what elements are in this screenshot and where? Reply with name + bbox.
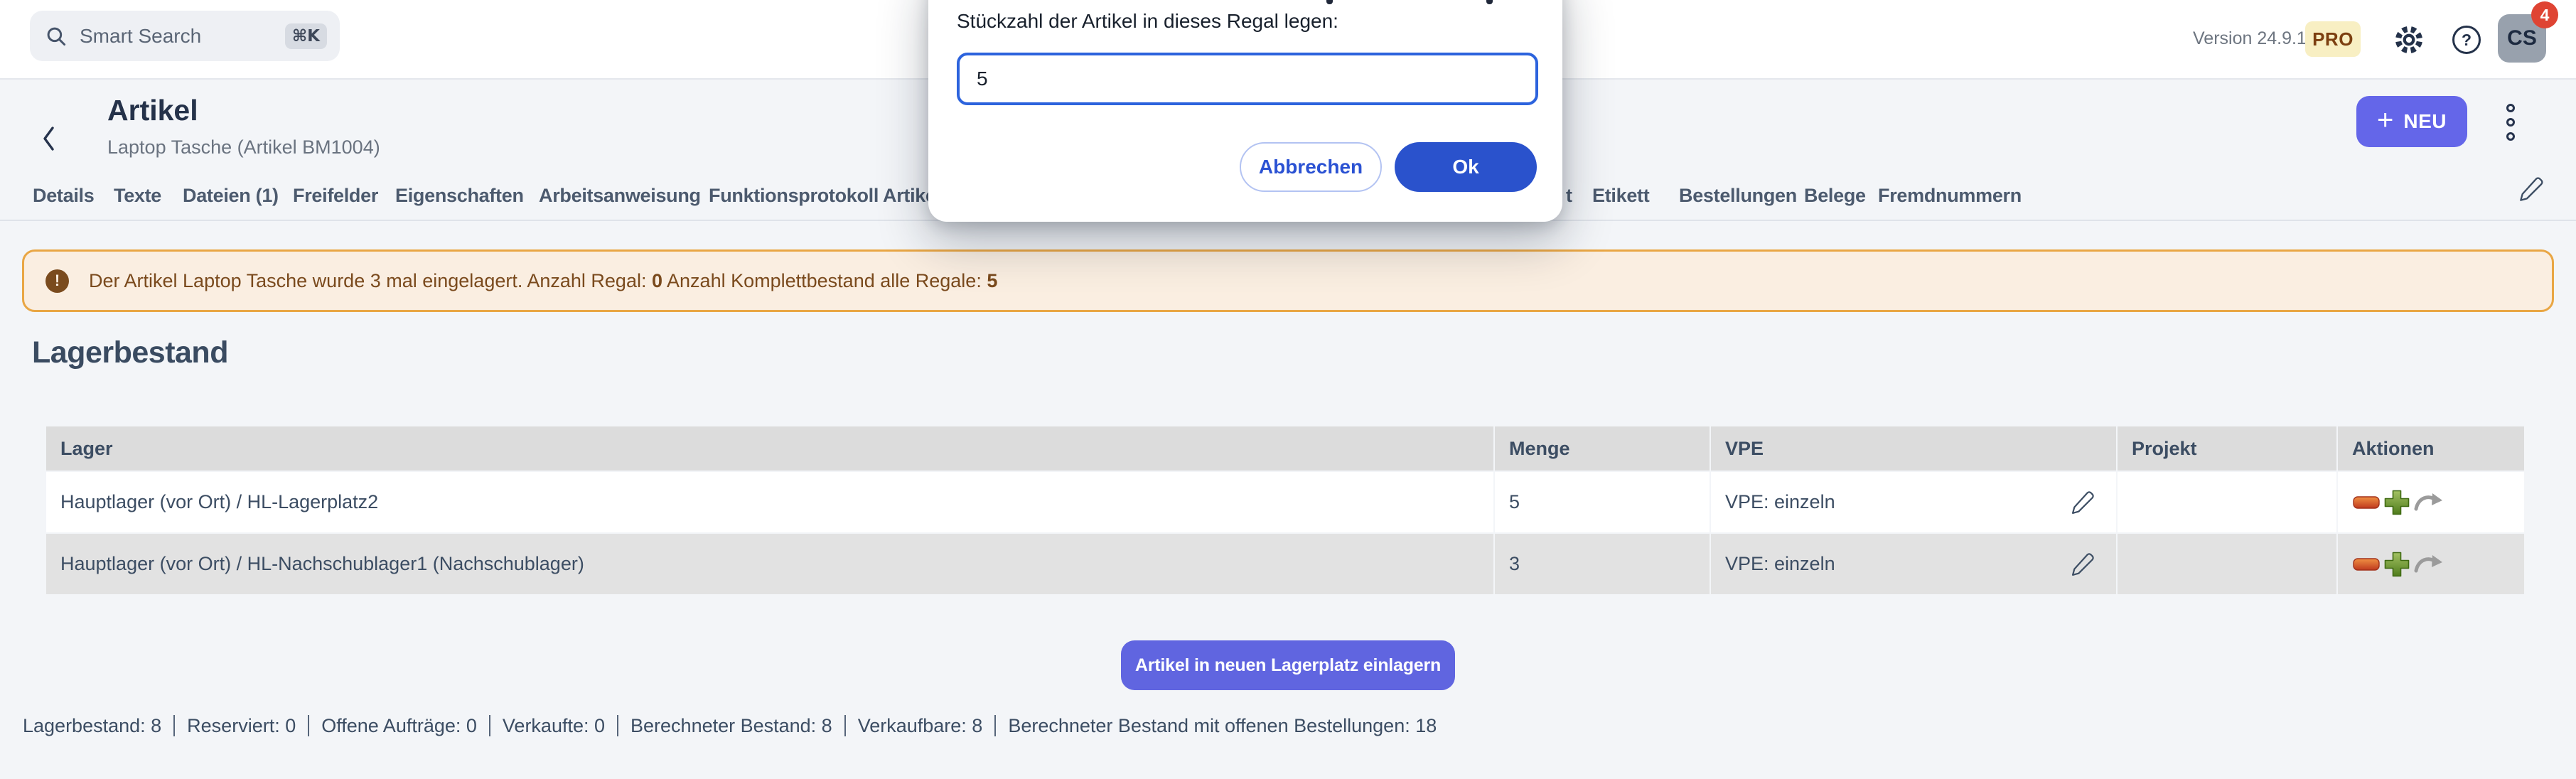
back-button[interactable] <box>40 124 61 154</box>
plus-icon <box>2383 550 2411 579</box>
divider <box>173 715 175 736</box>
settings-gear-icon[interactable] <box>2393 23 2425 56</box>
redo-arrow-icon <box>2413 552 2444 576</box>
divider <box>308 715 309 736</box>
alert-message: Der Artikel Laptop Tasche wurde 3 mal ei… <box>89 270 997 292</box>
smart-search-input[interactable]: Smart Search ⌘K <box>30 11 340 61</box>
alert-count-all: 5 <box>987 270 997 291</box>
summary-reserviert: Reserviert: 0 <box>187 715 296 737</box>
summary-berechneter-bestand: Berechneter Bestand: 8 <box>630 715 832 737</box>
tab-belege[interactable]: Belege <box>1804 185 1866 207</box>
move-stock-button[interactable] <box>2413 552 2444 576</box>
tab-eigenschaften[interactable]: Eigenschaften <box>395 185 524 207</box>
cutoff-title-descender <box>1326 0 1333 4</box>
new-article-button[interactable]: + NEU <box>2356 96 2467 147</box>
summary-lagerbestand: Lagerbestand: 8 <box>23 715 161 737</box>
search-placeholder: Smart Search <box>80 25 201 48</box>
tab-bestellungen[interactable]: Bestellungen <box>1679 185 1797 207</box>
remove-stock-button[interactable] <box>2352 488 2381 517</box>
divider <box>844 715 846 736</box>
store-in-new-location-button[interactable]: Artikel in neuen Lagerplatz einlagern <box>1121 640 1455 690</box>
version-label: Version 24.9.1 <box>2193 28 2307 49</box>
stueckzahl-dialog: Stückzahl der Artikel in dieses Regal le… <box>928 0 1562 222</box>
col-menge: Menge <box>1495 426 1710 471</box>
ok-button[interactable]: Ok <box>1395 142 1537 192</box>
chevron-left-icon <box>40 124 58 153</box>
tab-fremdnummern[interactable]: Fremdnummern <box>1878 185 2022 207</box>
divider <box>994 715 996 736</box>
kebab-dot <box>2506 118 2515 127</box>
summary-verkaufbare: Verkaufbare: 8 <box>858 715 983 737</box>
edit-pencil-icon[interactable] <box>2517 175 2545 203</box>
tab-fragment[interactable]: t <box>1566 185 1572 207</box>
move-stock-button[interactable] <box>2413 490 2444 515</box>
cell-vpe: VPE: einzeln <box>1711 472 2116 532</box>
tab-details[interactable]: Details <box>33 185 94 207</box>
cell-vpe: VPE: einzeln <box>1711 534 2116 594</box>
kebab-dot <box>2506 132 2515 141</box>
stock-summary-footer: Lagerbestand: 8 Reserviert: 0 Offene Auf… <box>23 711 1437 741</box>
warning-icon: ! <box>45 269 69 293</box>
tab-texte[interactable]: Texte <box>114 185 161 207</box>
stock-table: Lager Menge VPE Projekt Aktionen Hauptla… <box>45 425 2526 596</box>
app-window: Smart Search ⌘K Version 24.9.1 PRO ? CS … <box>0 0 2576 779</box>
col-aktionen: Aktionen <box>2338 426 2524 471</box>
search-icon <box>44 24 68 48</box>
add-stock-button[interactable] <box>2383 550 2411 579</box>
tab-etikett[interactable]: Etikett <box>1592 185 1649 207</box>
divider <box>489 715 490 736</box>
cell-aktionen <box>2338 534 2524 594</box>
col-vpe: VPE <box>1711 426 2116 471</box>
tab-arbeitsanweisung[interactable]: Arbeitsanweisung <box>539 185 701 207</box>
col-lager: Lager <box>46 426 1493 471</box>
warning-alert: ! Der Artikel Laptop Tasche wurde 3 mal … <box>22 249 2554 312</box>
summary-offene-auftraege: Offene Aufträge: 0 <box>321 715 477 737</box>
minus-icon <box>2352 488 2381 517</box>
pro-badge: PRO <box>2305 21 2361 57</box>
summary-verkaufte: Verkaufte: 0 <box>503 715 605 737</box>
tab-freifelder[interactable]: Freifelder <box>293 185 378 207</box>
tab-dateien[interactable]: Dateien (1) <box>183 185 279 207</box>
redo-arrow-icon <box>2413 490 2444 515</box>
divider <box>617 715 618 736</box>
minus-icon <box>2352 550 2381 579</box>
summary-bestand-offene-bestellungen: Berechneter Bestand mit offenen Bestellu… <box>1008 715 1437 737</box>
cancel-button[interactable]: Abbrechen <box>1240 142 1382 192</box>
tab-funktionsprotokoll[interactable]: Funktionsprotokoll <box>709 185 879 207</box>
page-subtitle: Laptop Tasche (Artikel BM1004) <box>107 136 380 159</box>
notification-badge: 4 <box>2531 1 2558 28</box>
edit-vpe-button[interactable] <box>2069 551 2096 578</box>
cell-projekt <box>2118 472 2336 532</box>
section-title: Lagerbestand <box>32 335 228 370</box>
cell-lager: Hauptlager (vor Ort) / HL-Nachschublager… <box>46 534 1493 594</box>
table-row: Hauptlager (vor Ort) / HL-Lagerplatz2 5 … <box>46 472 2524 532</box>
col-projekt: Projekt <box>2118 426 2336 471</box>
table-header-row: Lager Menge VPE Projekt Aktionen <box>46 426 2524 471</box>
stueckzahl-input[interactable] <box>957 53 1538 105</box>
help-icon[interactable]: ? <box>2452 26 2481 54</box>
cell-menge: 5 <box>1495 472 1710 532</box>
plus-icon <box>2383 488 2411 517</box>
cutoff-title-descender <box>1486 0 1493 4</box>
cell-projekt <box>2118 534 2336 594</box>
search-shortcut-badge: ⌘K <box>285 23 327 49</box>
remove-stock-button[interactable] <box>2352 550 2381 579</box>
table-row: Hauptlager (vor Ort) / HL-Nachschublager… <box>46 534 2524 594</box>
dialog-label: Stückzahl der Artikel in dieses Regal le… <box>957 10 1338 33</box>
add-stock-button[interactable] <box>2383 488 2411 517</box>
alert-count-regal: 0 <box>652 270 662 291</box>
kebab-dot <box>2506 104 2515 112</box>
cell-menge: 3 <box>1495 534 1710 594</box>
dialog-actions: Abbrechen Ok <box>1240 142 1537 192</box>
more-options-menu[interactable] <box>2503 104 2518 141</box>
avatar-initials: CS <box>2507 26 2537 50</box>
cell-lager: Hauptlager (vor Ort) / HL-Lagerplatz2 <box>46 472 1493 532</box>
plus-icon: + <box>2377 106 2393 134</box>
edit-vpe-button[interactable] <box>2069 489 2096 516</box>
page-title: Artikel <box>107 94 198 127</box>
cell-aktionen <box>2338 472 2524 532</box>
